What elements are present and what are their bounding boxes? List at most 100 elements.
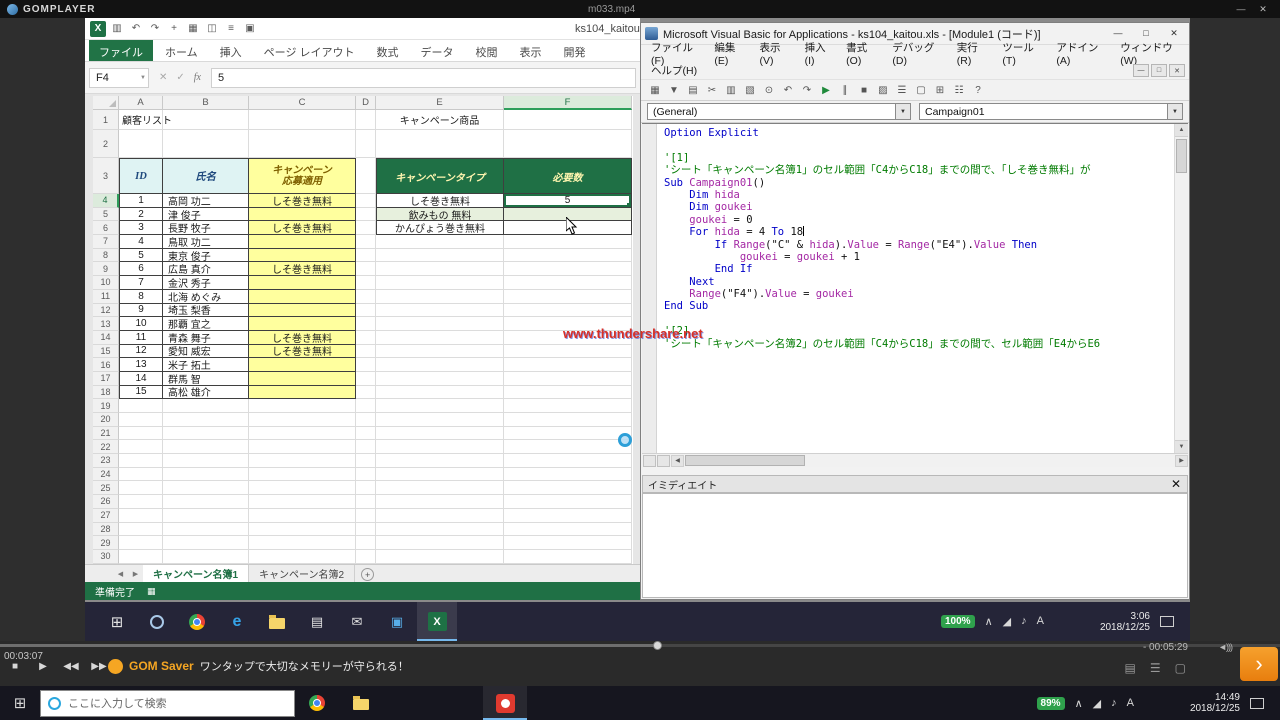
close-icon[interactable]: ✕ — [1171, 477, 1187, 491]
code-line-13[interactable]: Next — [664, 276, 1172, 288]
cancel-icon[interactable]: ✕ — [159, 72, 167, 83]
cell-D2[interactable] — [356, 130, 376, 158]
cell-B12[interactable]: 埼玉 梨香 — [163, 304, 249, 318]
cell-A16[interactable]: 13 — [119, 358, 163, 372]
cell-F22[interactable] — [504, 440, 632, 454]
volume-icon[interactable]: ♪ — [1111, 697, 1117, 710]
split-box[interactable] — [657, 455, 670, 467]
cell-A17[interactable]: 14 — [119, 372, 163, 386]
cell-C4[interactable]: しそ巻き無料 — [249, 194, 356, 208]
cell-F17[interactable] — [504, 372, 632, 386]
vba-menu-8[interactable]: ツール(T) — [995, 40, 1049, 67]
cell-F21[interactable] — [504, 427, 632, 441]
row-header-20[interactable]: 20 — [93, 413, 119, 427]
cell-E11[interactable] — [376, 290, 504, 304]
cell-D1[interactable] — [356, 110, 376, 130]
cell-B3[interactable]: 氏名 — [163, 158, 249, 194]
cell-D13[interactable] — [356, 317, 376, 331]
module-restore-button[interactable]: □ — [1151, 64, 1167, 77]
row-header-7[interactable]: 7 — [93, 235, 119, 249]
module-minimize-button[interactable]: — — [1133, 64, 1149, 77]
vba-menu-10[interactable]: ウィンドウ(W) — [1113, 40, 1189, 67]
cell-C8[interactable] — [249, 249, 356, 263]
cell-B22[interactable] — [163, 440, 249, 454]
cell-A15[interactable]: 12 — [119, 345, 163, 359]
cell-B11[interactable]: 北海 めぐみ — [163, 290, 249, 304]
row-header-18[interactable]: 18 — [93, 386, 119, 400]
scroll-left-icon[interactable]: ◀ — [671, 455, 684, 467]
cell-C12[interactable] — [249, 304, 356, 318]
vba-menu-3[interactable]: 表示(V) — [752, 40, 797, 67]
cell-B14[interactable]: 青森 舞子 — [163, 331, 249, 345]
row-header-12[interactable]: 12 — [93, 304, 119, 318]
cell-C16[interactable] — [249, 358, 356, 372]
paste-icon[interactable]: ▧ — [742, 82, 758, 98]
minimize-icon[interactable]: — — [1107, 28, 1129, 39]
immediate-window-body[interactable] — [642, 493, 1188, 598]
row-header-24[interactable]: 24 — [93, 468, 119, 482]
cell-C30[interactable] — [249, 550, 356, 564]
qat-icon-5[interactable]: ▦ — [187, 23, 199, 34]
cell-D16[interactable] — [356, 358, 376, 372]
qat-icon-4[interactable]: + — [168, 23, 180, 34]
notification-icon[interactable] — [1160, 616, 1174, 627]
cell-F23[interactable] — [504, 454, 632, 468]
cell-F9[interactable] — [504, 262, 632, 276]
cell-D4[interactable] — [356, 194, 376, 208]
chevron-down-icon[interactable]: ▼ — [1167, 104, 1182, 119]
row-header-14[interactable]: 14 — [93, 331, 119, 345]
cell-E21[interactable] — [376, 427, 504, 441]
cell-E19[interactable] — [376, 399, 504, 413]
cell-E4[interactable]: しそ巻き無料 — [376, 194, 504, 208]
sheet-nav-prev[interactable]: ◀ — [113, 565, 128, 582]
close-icon[interactable]: ✕ — [1254, 4, 1272, 15]
column-header-B[interactable]: B — [163, 96, 249, 110]
row-header-1[interactable]: 1 — [93, 110, 119, 130]
cell-A2[interactable] — [119, 130, 163, 158]
find-icon[interactable]: ⊙ — [761, 82, 777, 98]
vba-menu-2[interactable]: 編集(E) — [707, 40, 752, 67]
ribbon-tab-3[interactable]: 挿入 — [210, 40, 252, 61]
cell-A11[interactable]: 8 — [119, 290, 163, 304]
play-button[interactable]: ▶ — [34, 657, 52, 675]
cell-A25[interactable] — [119, 481, 163, 495]
column-header-E[interactable]: E — [376, 96, 504, 110]
row-header-8[interactable]: 8 — [93, 249, 119, 263]
cell-A5[interactable]: 2 — [119, 208, 163, 222]
split-box[interactable] — [643, 455, 656, 467]
playlist-icon[interactable]: ▤ — [1125, 661, 1136, 675]
code-hscrollbar[interactable]: ◀ ▶ — [642, 453, 1188, 467]
cell-E5[interactable]: 飲みもの 無料 — [376, 208, 504, 222]
row-header-19[interactable]: 19 — [93, 399, 119, 413]
cell-B21[interactable] — [163, 427, 249, 441]
cell-B1[interactable] — [163, 110, 249, 130]
view-excel-icon[interactable]: ▦ — [647, 82, 663, 98]
cell-D19[interactable] — [356, 399, 376, 413]
cell-E14[interactable] — [376, 331, 504, 345]
cell-A20[interactable] — [119, 413, 163, 427]
search-box[interactable]: ここに入力して検索 — [40, 690, 295, 717]
cell-C7[interactable] — [249, 235, 356, 249]
cell-D30[interactable] — [356, 550, 376, 564]
cell-B13[interactable]: 那覇 宜之 — [163, 317, 249, 331]
cell-F20[interactable] — [504, 413, 632, 427]
cell-A30[interactable] — [119, 550, 163, 564]
run-icon[interactable]: ▶ — [818, 82, 834, 98]
minimize-icon[interactable]: — — [1232, 4, 1250, 15]
cell-D22[interactable] — [356, 440, 376, 454]
cell-E7[interactable] — [376, 235, 504, 249]
row-header-6[interactable]: 6 — [93, 221, 119, 235]
start-button[interactable]: ⊞ — [0, 694, 40, 712]
cell-D26[interactable] — [356, 495, 376, 509]
cell-C29[interactable] — [249, 536, 356, 550]
cell-B18[interactable]: 高松 雄介 — [163, 386, 249, 400]
new-sheet-button[interactable]: + — [361, 568, 374, 581]
cell-B17[interactable]: 群馬 智 — [163, 372, 249, 386]
code-line-18[interactable]: 'シート「キャンペーン名簿2」のセル範囲「C4からC18」までの間で、セル範囲「… — [664, 338, 1172, 350]
clock[interactable]: 3:06 2018/12/25 — [1100, 611, 1150, 633]
cell-D12[interactable] — [356, 304, 376, 318]
vba-menu-4[interactable]: 挿入(I) — [798, 40, 840, 67]
cell-E12[interactable] — [376, 304, 504, 318]
cell-C24[interactable] — [249, 468, 356, 482]
name-box-dropdown-icon[interactable]: ▼ — [140, 75, 146, 81]
